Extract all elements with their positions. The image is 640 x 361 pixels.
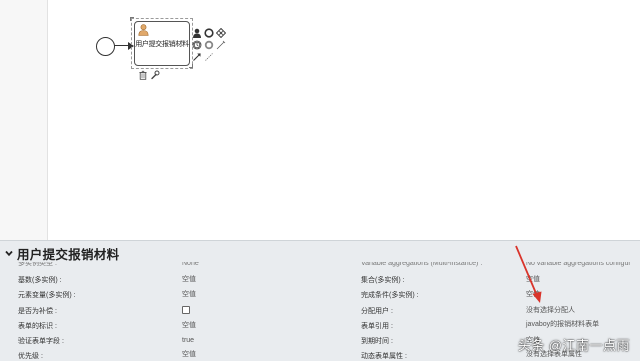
chevron-down-icon[interactable] xyxy=(4,248,14,258)
end-event-tool-icon[interactable] xyxy=(204,28,214,38)
prop-value-collection[interactable]: 空值 xyxy=(526,275,540,284)
resize-handle[interactable] xyxy=(130,17,134,21)
prop-label-due-date: 到期时间 : xyxy=(361,338,393,345)
start-event[interactable] xyxy=(96,37,115,56)
prop-label-validate-form-fields: 验证表单字段 : xyxy=(18,338,64,345)
prop-value-priority[interactable]: 空值 xyxy=(182,350,196,359)
compensation-checkbox[interactable] xyxy=(182,306,190,314)
prop-value-completion-condition[interactable]: 空值 xyxy=(526,290,540,299)
prop-label-element-variable: 元素变量(多实例) : xyxy=(18,292,76,299)
text-annotation-tool-icon[interactable] xyxy=(216,40,226,50)
intermediate-event-tool-icon[interactable] xyxy=(192,40,202,50)
task-label: 用户提交报销材料 xyxy=(135,41,189,48)
prop-value-form-key[interactable]: 空值 xyxy=(182,321,196,330)
prop-label-assignee: 分配用户 : xyxy=(361,308,393,315)
prop-label-form-key: 表单的标识 : xyxy=(18,323,57,330)
prop-value-element-variable[interactable]: 空值 xyxy=(182,290,196,299)
gateway-tool-icon[interactable] xyxy=(216,28,226,38)
panel-header[interactable]: 用户提交报销材料 xyxy=(4,244,119,262)
prop-value-form-reference[interactable]: javaboy的报销材料表单 xyxy=(526,320,599,329)
palette-panel xyxy=(0,0,48,240)
panel-title: 用户提交报销材料 xyxy=(17,247,120,262)
prop-label-is-compensation: 是否为补偿 : xyxy=(18,308,57,315)
prop-value-cardinality[interactable]: 空值 xyxy=(182,275,196,284)
prop-label-cardinality: 基数(多实例) : xyxy=(18,277,62,284)
prop-value-assignee[interactable]: 没有选择分配人 xyxy=(526,306,575,315)
prop-label-form-reference: 表单引用 : xyxy=(361,323,393,330)
prop-label-collection: 集合(多实例) : xyxy=(361,277,405,284)
wrench-icon[interactable] xyxy=(150,70,160,80)
prop-value-validate-form-fields[interactable]: true xyxy=(182,336,194,345)
user-task-tool-icon[interactable] xyxy=(192,28,202,38)
delete-icon[interactable] xyxy=(138,70,148,80)
user-icon xyxy=(138,24,149,36)
prop-label-completion-condition: 完成条件(多实例) : xyxy=(361,292,419,299)
boundary-event-tool-icon[interactable] xyxy=(204,40,214,50)
resize-handle[interactable] xyxy=(189,64,193,68)
watermark: 头条 @江南一点雨 xyxy=(517,338,630,353)
connect-tool-icon[interactable] xyxy=(192,52,202,62)
association-tool-icon[interactable] xyxy=(204,52,214,62)
